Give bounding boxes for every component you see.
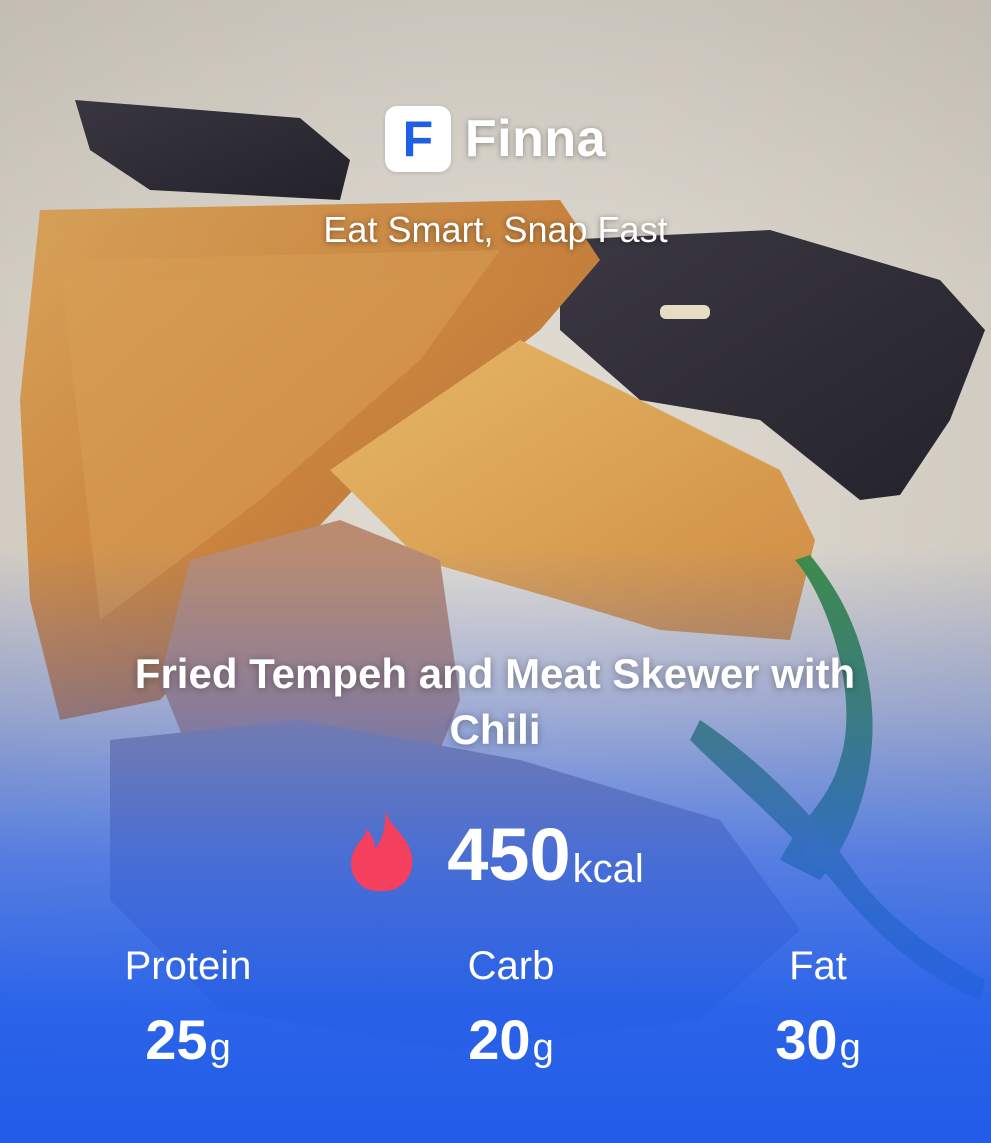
macro-value: 25: [145, 1008, 208, 1071]
calories-unit: kcal: [572, 847, 644, 891]
macro-value: 20: [468, 1008, 531, 1071]
macro-label: Protein: [124, 944, 252, 988]
app-logo: F: [384, 106, 451, 172]
macro-protein: Protein 25 g: [58, 938, 318, 1070]
macros-section: Protein 25 g Carb 20 g Fat 30 g: [0, 938, 991, 1088]
calories-row: 450 kcal: [0, 805, 991, 895]
meal-share-card: F Finna Eat Smart, Snap Fast Fried Tempe…: [0, 0, 991, 1143]
macro-unit: g: [839, 1027, 861, 1069]
macro-fat: Fat 30 g: [688, 938, 948, 1070]
macro-unit: g: [532, 1027, 554, 1069]
app-name: Finna: [464, 110, 607, 168]
macro-value-row: 30 g: [688, 1010, 948, 1070]
logo-letter: F: [402, 111, 434, 167]
macro-value-row: 25 g: [58, 1010, 318, 1070]
flame-icon: [351, 807, 413, 891]
brand-header: F Finna: [0, 106, 991, 172]
tagline: Eat Smart, Snap Fast: [323, 209, 668, 250]
macro-label: Fat: [789, 944, 847, 988]
macro-label: Carb: [467, 944, 555, 988]
macro-value-row: 20 g: [381, 1010, 641, 1070]
macro-value: 30: [775, 1008, 838, 1071]
calories-text: 450 kcal: [447, 815, 644, 895]
meal-title: Fried Tempeh and Meat Skewer with Chili: [134, 650, 856, 753]
calories-value: 450: [447, 813, 571, 896]
macro-unit: g: [209, 1027, 231, 1069]
macro-carb: Carb 20 g: [381, 938, 641, 1070]
